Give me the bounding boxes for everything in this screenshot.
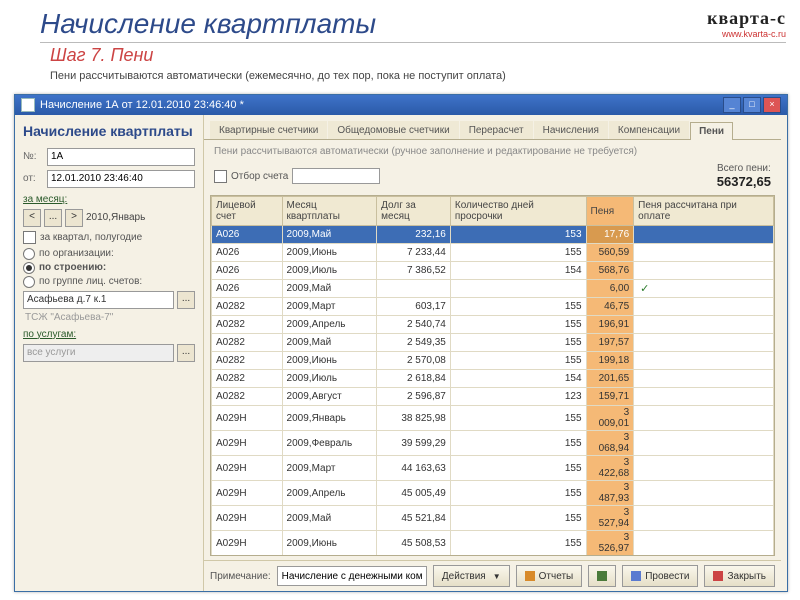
table-row[interactable]: А0262009,Май232,1615317,76 <box>212 226 774 244</box>
minimize-button[interactable]: _ <box>723 97 741 113</box>
month-pick-button[interactable]: ... <box>44 209 62 227</box>
table-row[interactable]: А029Н2009,Апрель45 005,491553 487,93 <box>212 481 774 506</box>
slide-description: Пени рассчитываются автоматически (ежеме… <box>0 70 800 86</box>
total-value: 56372,65 <box>717 174 771 189</box>
table-row[interactable]: А0262009,Июль7 386,52154568,76 <box>212 262 774 280</box>
month-prev-button[interactable]: < <box>23 209 41 227</box>
sidebar-heading: Начисление квартплаты <box>23 123 195 140</box>
close-button[interactable]: Закрыть <box>704 565 775 587</box>
by-org-radio[interactable] <box>23 248 35 260</box>
by-building-label: по строению: <box>39 262 106 273</box>
by-building-radio[interactable] <box>23 262 35 274</box>
run-button[interactable]: Провести <box>622 565 698 587</box>
filter-checkbox[interactable] <box>214 170 227 183</box>
number-label: №: <box>23 151 43 162</box>
tab-hint: Пени рассчитываются автоматически (ручно… <box>204 140 781 163</box>
table-row[interactable]: А02822009,Март603,1715546,75 <box>212 298 774 316</box>
table-row[interactable]: А029Н2009,Февраль39 599,291553 068,94 <box>212 431 774 456</box>
col-penalty[interactable]: Пеня <box>586 197 634 226</box>
report-icon <box>525 571 535 581</box>
reports-button[interactable]: Отчеты <box>516 565 583 587</box>
table-row[interactable]: А02822009,Июнь2 570,08155199,18 <box>212 352 774 370</box>
note-input[interactable] <box>277 566 427 586</box>
by-group-label: по группе лиц. счетов: <box>39 276 142 287</box>
quarter-label: за квартал, полугодие <box>40 232 142 243</box>
number-input[interactable] <box>47 148 195 166</box>
penalties-grid[interactable]: Лицевой счет Месяц квартплаты Долг за ме… <box>211 196 774 556</box>
table-row[interactable]: А029Н2009,Июль47 187,471543 633,44 <box>212 556 774 557</box>
brand-logo: кварта-с <box>707 8 786 29</box>
window-icon <box>21 98 35 112</box>
month-value: 2010,Январь <box>86 212 145 223</box>
brand-url: www.kvarta-c.ru <box>707 29 786 39</box>
filter-label: Отбор счета <box>231 171 288 182</box>
quarter-checkbox[interactable] <box>23 231 36 244</box>
filter-account-combo[interactable] <box>292 168 380 184</box>
table-row[interactable]: А0262009,Май6,00✓ <box>212 280 774 298</box>
col-debt[interactable]: Долг за месяц <box>377 197 451 226</box>
col-days[interactable]: Количество дней просрочки <box>450 197 586 226</box>
run-icon <box>631 571 641 581</box>
by-org-label: по организации: <box>39 248 114 259</box>
slide-title: Начисление квартплаты <box>0 0 800 40</box>
window-title: Начисление 1А от 12.01.2010 23:46:40 * <box>40 99 723 111</box>
close-icon <box>713 571 723 581</box>
col-account[interactable]: Лицевой счет <box>212 197 283 226</box>
table-row[interactable]: А02822009,Июль2 618,84154201,65 <box>212 370 774 388</box>
window-close-button[interactable]: × <box>763 97 781 113</box>
table-row[interactable]: А029Н2009,Январь38 825,981553 009,01 <box>212 406 774 431</box>
services-combo[interactable]: все услуги <box>23 344 174 362</box>
table-row[interactable]: А02822009,Август2 596,87123159,71 <box>212 388 774 406</box>
app-window: Начисление 1А от 12.01.2010 23:46:40 * _… <box>14 94 788 592</box>
actions-button[interactable]: Действия▼ <box>433 565 510 587</box>
building-caption: ТСЖ "Асафьева-7" <box>25 312 195 323</box>
save-button[interactable] <box>588 565 616 587</box>
table-row[interactable]: А029Н2009,Июнь45 508,531553 526,97 <box>212 531 774 556</box>
tab-apartment-meters[interactable]: Квартирные счетчики <box>210 121 327 139</box>
services-section-label: по услугам: <box>23 329 195 340</box>
tab-penalties[interactable]: Пени <box>690 122 733 140</box>
tab-recalc[interactable]: Перерасчет <box>460 121 533 139</box>
services-pick-button[interactable]: ... <box>177 344 195 362</box>
month-section-label: за месяц: <box>23 194 195 205</box>
building-combo[interactable]: Асафьева д.7 к.1 <box>23 291 174 309</box>
table-row[interactable]: А02822009,Май2 549,35155197,57 <box>212 334 774 352</box>
table-row[interactable]: А029Н2009,Май45 521,841553 527,94 <box>212 506 774 531</box>
month-next-button[interactable]: > <box>65 209 83 227</box>
maximize-button[interactable]: □ <box>743 97 761 113</box>
date-input[interactable] <box>47 170 195 188</box>
tab-building-meters[interactable]: Общедомовые счетчики <box>328 121 458 139</box>
save-icon <box>597 571 607 581</box>
slide-subtitle: Шаг 7. Пени <box>0 43 800 70</box>
by-group-radio[interactable] <box>23 276 35 288</box>
table-row[interactable]: А0262009,Июнь7 233,44155560,59 <box>212 244 774 262</box>
note-label: Примечание: <box>210 571 271 582</box>
total-label: Всего пени: <box>717 163 771 174</box>
table-row[interactable]: А02822009,Апрель2 540,74155196,91 <box>212 316 774 334</box>
col-month[interactable]: Месяц квартплаты <box>282 197 377 226</box>
building-pick-button[interactable]: ... <box>177 291 195 309</box>
tab-compensation[interactable]: Компенсации <box>609 121 689 139</box>
tab-charges[interactable]: Начисления <box>534 121 608 139</box>
date-label: от: <box>23 173 43 184</box>
col-paid[interactable]: Пеня рассчитана при оплате <box>634 197 774 226</box>
table-row[interactable]: А029Н2009,Март44 163,631553 422,68 <box>212 456 774 481</box>
